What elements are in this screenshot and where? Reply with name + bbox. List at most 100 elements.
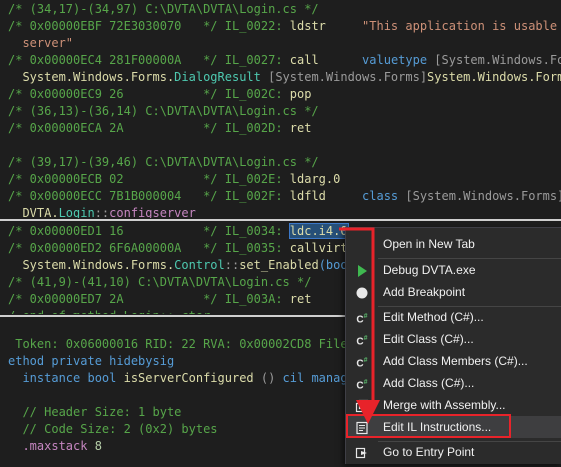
pane-splitter[interactable] xyxy=(0,219,561,221)
menu-item-add-class[interactable]: C# Add Class (C#)... xyxy=(346,372,561,394)
code-token: ret xyxy=(289,292,312,306)
code-token: /* (41,9)-(41,10) C:\DVTA\DVTA\Login.cs … xyxy=(8,275,312,289)
merge-icon xyxy=(355,398,369,413)
play-icon xyxy=(355,263,369,277)
code-token: /* 0x00000ED2 6F6A00000A */ xyxy=(8,241,225,255)
code-line: /* 0x00000ECA 2A */ IL_002D: ret xyxy=(8,121,311,135)
code-token: DVTA. xyxy=(8,206,59,218)
code-token: IL_0035: xyxy=(224,241,290,255)
code-token: Control xyxy=(174,258,225,272)
code-line: ethod private hidebysig xyxy=(8,354,174,368)
code-line: .maxstack 8 xyxy=(8,439,102,453)
code-token: private hidebysig xyxy=(51,354,175,368)
code-token: DialogResult xyxy=(174,70,261,84)
code-token: ldstr xyxy=(289,19,326,33)
code-token: // Header Size: 1 byte xyxy=(8,405,182,419)
code-token: () xyxy=(253,371,283,385)
code-token: /* 0x00000EC9 26 */ xyxy=(8,87,225,101)
code-line: /* 0x00000ECB 02 */ IL_002E: ldarg.0 xyxy=(8,172,340,186)
code-token: IL_0027: xyxy=(224,53,290,67)
code-token: :: xyxy=(94,206,110,218)
code-line: /* 0x00000EC4 281F00000A */ IL_0027: cal… xyxy=(8,53,561,67)
menu-item-open-new-tab[interactable]: Open in New Tab xyxy=(346,233,561,255)
menu-item-label: Add Breakpoint xyxy=(383,285,466,299)
code-token: System.Windows.Forms. xyxy=(8,70,175,84)
menu-item-label: Go to Entry Point xyxy=(383,445,475,459)
code-line: /* (36,13)-(36,14) C:\DVTA\DVTA\Login.cs… xyxy=(8,104,319,118)
code-line: DVTA.Login::configserver xyxy=(8,206,196,218)
code-token: /* 0x00000ECC 7B1B000004 */ xyxy=(8,189,225,203)
code-token: Token: 0x06000016 RID: 22 RVA: 0x00002CD… xyxy=(8,337,370,351)
menu-item-label: Debug DVTA.exe xyxy=(383,263,476,277)
menu-item-merge-assembly[interactable]: Merge with Assembly... xyxy=(346,394,561,416)
code-line: // Header Size: 1 byte xyxy=(8,405,181,419)
csharp-icon: C# xyxy=(356,313,368,326)
code-line: /* 0x00000ED7 2A */ IL_003A: ret xyxy=(8,292,311,306)
code-line: /* 0x00000EBF 72E3030070 */ IL_0022: lds… xyxy=(8,19,561,33)
menu-item-edit-class[interactable]: C# Edit Class (C#)... xyxy=(346,328,561,350)
code-token: ldfld xyxy=(289,189,326,203)
code-line: /* (41,9)-(41,10) C:\DVTA\DVTA\Login.cs … xyxy=(8,275,311,289)
code-token: /* 0x00000ED1 16 */ xyxy=(8,224,225,238)
menu-item-go-to-entry-point[interactable]: Go to Entry Point xyxy=(346,441,561,463)
code-token: [System.Windows.Forms] xyxy=(398,189,561,203)
code-token: [ xyxy=(427,53,442,67)
menu-item-label: Edit Method (C#)... xyxy=(383,310,484,324)
code-line: System.Windows.Forms.Control::set_Enable… xyxy=(8,258,354,272)
code-token: .maxstack xyxy=(8,439,95,453)
code-token: /* (39,17)-(39,46) C:\DVTA\DVTA\Login.cs… xyxy=(8,155,319,169)
code-token: /* 0x00000EBF 72E3030070 */ xyxy=(8,19,225,33)
code-token: valuetype xyxy=(362,53,428,67)
code-token: configserver xyxy=(109,206,196,218)
code-token: System.Windows.Forms xyxy=(441,53,561,67)
highlight-box xyxy=(346,414,511,438)
code-token: :: xyxy=(224,258,240,272)
menu-item-edit-method[interactable]: C# Edit Method (C#)... xyxy=(346,306,561,328)
code-token: IL_0034: xyxy=(224,224,290,238)
code-token: System.Windows.Forms. xyxy=(427,70,561,84)
csharp-icon: C# xyxy=(356,335,368,348)
code-token: /* 0x00000ED7 2A */ xyxy=(8,292,225,306)
code-token: ldarg.0 xyxy=(289,172,341,186)
menu-item-add-class-members[interactable]: C# Add Class Members (C#)... xyxy=(346,350,561,372)
code-token: call xyxy=(289,53,319,67)
code-token: /* 0x00000ECA 2A */ xyxy=(8,121,225,135)
code-token: IL_0022: xyxy=(224,19,290,33)
code-line: Token: 0x06000016 RID: 22 RVA: 0x00002CD… xyxy=(8,337,369,351)
code-token: class xyxy=(362,189,399,203)
csharp-icon: C# xyxy=(356,357,368,370)
code-token: IL_002D: xyxy=(224,121,290,135)
code-token: System.Windows.Forms. xyxy=(8,258,175,272)
code-token: ret xyxy=(289,121,312,135)
menu-item-add-breakpoint[interactable]: Add Breakpoint xyxy=(346,281,561,303)
code-token: /* (34,17)-(34,97) C:\DVTA\DVTA\Login.cs… xyxy=(8,2,319,16)
entry-point-icon xyxy=(355,445,369,459)
code-token: /* 0x00000ECB 02 */ xyxy=(8,172,225,186)
menu-item-label: Merge with Assembly... xyxy=(383,398,506,412)
code-token: pop xyxy=(289,87,312,101)
code-token: ethod xyxy=(8,354,52,368)
il-code-pane-top[interactable]: /* (34,17)-(34,97) C:\DVTA\DVTA\Login.cs… xyxy=(0,0,561,218)
code-token: IL_002E: xyxy=(224,172,290,186)
breakpoint-icon xyxy=(355,285,369,299)
menu-item-label: Open in New Tab xyxy=(383,237,475,251)
code-line: // Code Size: 2 (0x2) bytes xyxy=(8,422,217,436)
menu-item-label: Edit Class (C#)... xyxy=(383,332,474,346)
menu-item-debug[interactable]: Debug DVTA.exe xyxy=(346,259,561,281)
code-token: / end of method Login::.ctor xyxy=(8,309,210,314)
code-line: server" xyxy=(8,36,73,50)
code-line: /* 0x00000EC9 26 */ IL_002C: pop xyxy=(8,87,311,101)
menu-item-label: Add Class (C#)... xyxy=(383,376,475,390)
code-token: set_Enabled xyxy=(239,258,319,272)
code-token: IL_003A: xyxy=(224,292,290,306)
csharp-icon: C# xyxy=(356,379,368,392)
code-token: /* 0x00000EC4 281F00000A */ xyxy=(8,53,225,67)
code-token: server" xyxy=(8,36,74,50)
code-line: / end of method Login::.ctor xyxy=(8,309,210,314)
code-line: /* 0x00000ED1 16 */ IL_0034: ldc.i4.0 xyxy=(8,223,349,239)
code-line: System.Windows.Forms.DialogResult [Syste… xyxy=(8,70,561,84)
selected-token[interactable]: ldc.i4.0 xyxy=(288,223,349,239)
